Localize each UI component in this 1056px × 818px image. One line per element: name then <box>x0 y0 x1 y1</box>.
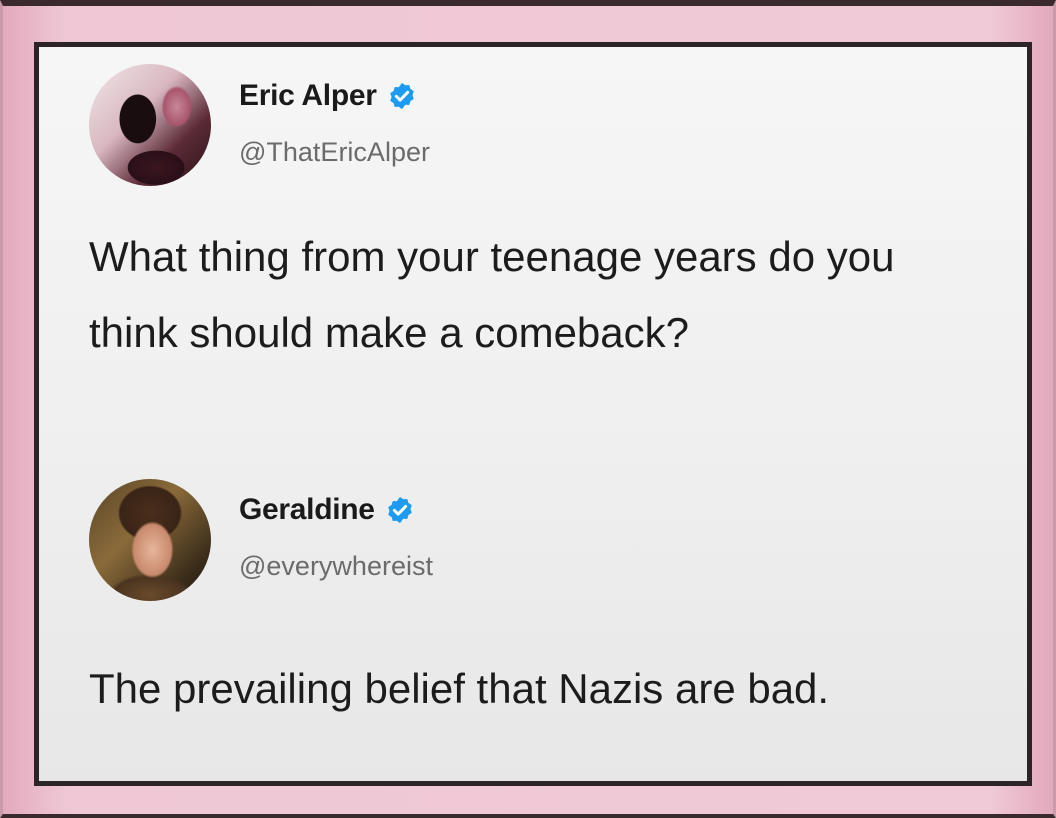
author-handle[interactable]: @ThatEricAlper <box>239 137 430 168</box>
tweet-text: The prevailing belief that Nazis are bad… <box>89 665 830 712</box>
tweet-card: Eric Alper @ThatEricAlper What thing fro… <box>34 42 1032 786</box>
author-display-name[interactable]: Eric Alper <box>239 79 377 113</box>
author-name-row: Eric Alper <box>239 79 417 113</box>
tweet-text: What thing from your teenage years do yo… <box>89 233 895 356</box>
avatar[interactable] <box>89 64 211 186</box>
verified-badge-icon <box>389 82 414 110</box>
author-handle[interactable]: @everywhereist <box>239 551 433 582</box>
author-display-name[interactable]: Geraldine <box>239 493 375 527</box>
page-frame: Eric Alper @ThatEricAlper What thing fro… <box>0 0 1056 818</box>
verified-badge-icon <box>387 496 412 524</box>
avatar[interactable] <box>89 479 211 601</box>
author-name-row: Geraldine <box>239 493 415 527</box>
